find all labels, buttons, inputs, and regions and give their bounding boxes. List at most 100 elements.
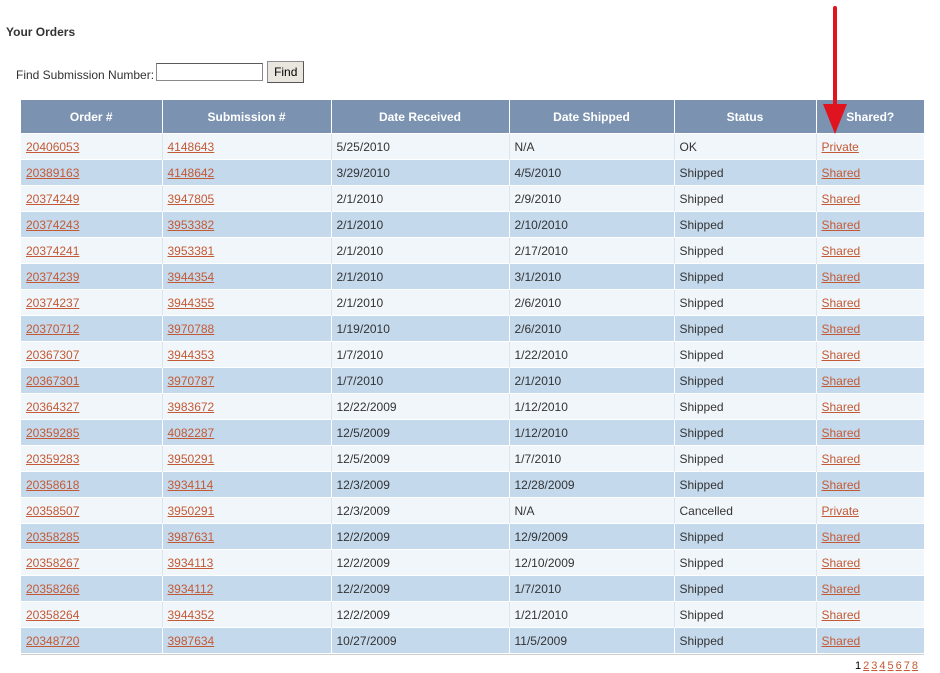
submission-number-cell: 3934113 <box>162 549 332 576</box>
submission-number-link[interactable]: 3987631 <box>168 530 215 544</box>
date-shipped-cell: 1/7/2010 <box>509 575 675 602</box>
submission-number-link[interactable]: 4148643 <box>168 140 215 154</box>
submission-number-link[interactable]: 4082287 <box>168 426 215 440</box>
date-shipped-cell: 1/12/2010 <box>509 393 675 420</box>
order-number-link[interactable]: 20370712 <box>26 322 79 336</box>
submission-number-link[interactable]: 3944353 <box>168 348 215 362</box>
status-cell: Shipped <box>674 185 817 212</box>
date-received-cell: 12/3/2009 <box>331 471 510 498</box>
sharing-toggle-link[interactable]: Shared <box>822 192 861 206</box>
order-number-cell: 20374249 <box>21 185 163 212</box>
date-received-cell: 12/3/2009 <box>331 497 510 524</box>
sharing-toggle-link[interactable]: Shared <box>822 530 861 544</box>
sharing-toggle-link[interactable]: Shared <box>822 452 861 466</box>
sharing-toggle-link[interactable]: Shared <box>822 270 861 284</box>
date-shipped-cell: 12/9/2009 <box>509 523 675 550</box>
sharing-toggle-link[interactable]: Shared <box>822 374 861 388</box>
order-number-link[interactable]: 20348720 <box>26 634 79 648</box>
order-number-link[interactable]: 20358507 <box>26 504 79 518</box>
sharing-toggle-link[interactable]: Shared <box>822 426 861 440</box>
order-number-link[interactable]: 20358267 <box>26 556 79 570</box>
submission-number-link[interactable]: 3934114 <box>168 478 214 492</box>
sharing-toggle-link[interactable]: Shared <box>822 218 861 232</box>
pagination-page-link[interactable]: 2 <box>863 660 869 672</box>
submission-number-link[interactable]: 4148642 <box>168 166 215 180</box>
order-number-link[interactable]: 20358266 <box>26 582 79 596</box>
order-number-cell: 20359285 <box>21 419 163 446</box>
submission-number-link[interactable]: 3953381 <box>168 244 215 258</box>
table-row: 20364327 3983672 12/22/2009 1/12/2010 Shippe… <box>21 393 924 420</box>
sharing-toggle-link[interactable]: Shared <box>822 348 861 362</box>
order-number-link[interactable]: 20358264 <box>26 608 79 622</box>
shared-cell: Shared <box>816 601 924 628</box>
table-row: 20367301 3970787 1/7/2010 2/1/2010 Shipped Sh… <box>21 367 924 394</box>
find-button[interactable]: Find <box>267 61 305 83</box>
shared-cell: Private <box>816 133 924 160</box>
order-number-link[interactable]: 20359285 <box>26 426 79 440</box>
pagination-page-link[interactable]: 7 <box>904 660 910 672</box>
sharing-toggle-link[interactable]: Private <box>822 140 859 154</box>
submission-number-link[interactable]: 3983672 <box>168 400 215 414</box>
sharing-toggle-link[interactable]: Shared <box>822 478 861 492</box>
sharing-toggle-link[interactable]: Shared <box>822 608 861 622</box>
submission-number-link[interactable]: 3944352 <box>168 608 215 622</box>
status-cell: Shipped <box>674 211 817 238</box>
submission-number-link[interactable]: 3970788 <box>168 322 215 336</box>
pagination-page-link[interactable]: 3 <box>871 660 877 672</box>
submission-number-input[interactable] <box>156 63 264 81</box>
submission-number-link[interactable]: 3947805 <box>168 192 215 206</box>
order-number-link[interactable]: 20358618 <box>26 478 79 492</box>
date-received-cell: 12/2/2009 <box>331 549 510 576</box>
order-number-link[interactable]: 20364327 <box>26 400 79 414</box>
date-shipped-cell: 3/1/2010 <box>509 263 675 290</box>
status-cell: Shipped <box>674 367 817 394</box>
submission-number-link[interactable]: 3934113 <box>168 556 214 570</box>
table-row: 20359285 4082287 12/5/2009 1/12/2010 Shipped… <box>21 419 924 446</box>
order-number-link[interactable]: 20406053 <box>26 140 79 154</box>
sharing-toggle-link[interactable]: Shared <box>822 244 861 258</box>
shared-cell: Shared <box>816 263 924 290</box>
orders-table: Order # Submission # Date Received Date … <box>21 100 924 653</box>
submission-number-link[interactable]: 3934112 <box>168 582 214 596</box>
order-number-link[interactable]: 20374239 <box>26 270 79 284</box>
status-cell: Shipped <box>674 471 817 498</box>
order-number-link[interactable]: 20367307 <box>26 348 79 362</box>
order-number-link[interactable]: 20374249 <box>26 192 79 206</box>
sharing-toggle-link[interactable]: Shared <box>822 634 861 648</box>
pagination-page-link[interactable]: 8 <box>912 660 918 672</box>
shared-cell: Private <box>816 497 924 524</box>
order-number-link[interactable]: 20389163 <box>26 166 79 180</box>
pagination-page-link[interactable]: 6 <box>896 660 902 672</box>
order-number-link[interactable]: 20367301 <box>26 374 79 388</box>
order-number-link[interactable]: 20374243 <box>26 218 79 232</box>
submission-number-link[interactable]: 3950291 <box>168 452 215 466</box>
submission-number-link[interactable]: 3987634 <box>168 634 215 648</box>
sharing-toggle-link[interactable]: Shared <box>822 296 861 310</box>
sharing-toggle-link[interactable]: Shared <box>822 322 861 336</box>
order-number-cell: 20358264 <box>21 601 163 628</box>
status-cell: Shipped <box>674 393 817 420</box>
pagination: 12345678 <box>853 660 918 672</box>
pagination-page-link[interactable]: 4 <box>879 660 885 672</box>
sharing-toggle-link[interactable]: Shared <box>822 582 861 596</box>
submission-number-link[interactable]: 3950291 <box>168 504 215 518</box>
submission-number-link[interactable]: 3970787 <box>168 374 215 388</box>
pagination-page-link[interactable]: 5 <box>888 660 894 672</box>
table-row: 20358285 3987631 12/2/2009 12/9/2009 Shipped… <box>21 523 924 550</box>
submission-number-link[interactable]: 3944354 <box>168 270 215 284</box>
sharing-toggle-link[interactable]: Shared <box>822 166 861 180</box>
order-number-link[interactable]: 20374237 <box>26 296 79 310</box>
submission-number-cell: 3944354 <box>162 263 332 290</box>
order-number-link[interactable]: 20359283 <box>26 452 79 466</box>
submission-number-link[interactable]: 3953382 <box>168 218 215 232</box>
date-shipped-cell: N/A <box>509 133 675 160</box>
order-number-link[interactable]: 20358285 <box>26 530 79 544</box>
table-row: 20406053 4148643 5/25/2010 N/A OK Private <box>21 133 924 160</box>
order-number-link[interactable]: 20374241 <box>26 244 79 258</box>
submission-number-link[interactable]: 3944355 <box>168 296 215 310</box>
sharing-toggle-link[interactable]: Private <box>822 504 859 518</box>
sharing-toggle-link[interactable]: Shared <box>822 556 861 570</box>
date-shipped-cell: 2/9/2010 <box>509 185 675 212</box>
submission-number-cell: 3944355 <box>162 289 332 316</box>
sharing-toggle-link[interactable]: Shared <box>822 400 861 414</box>
